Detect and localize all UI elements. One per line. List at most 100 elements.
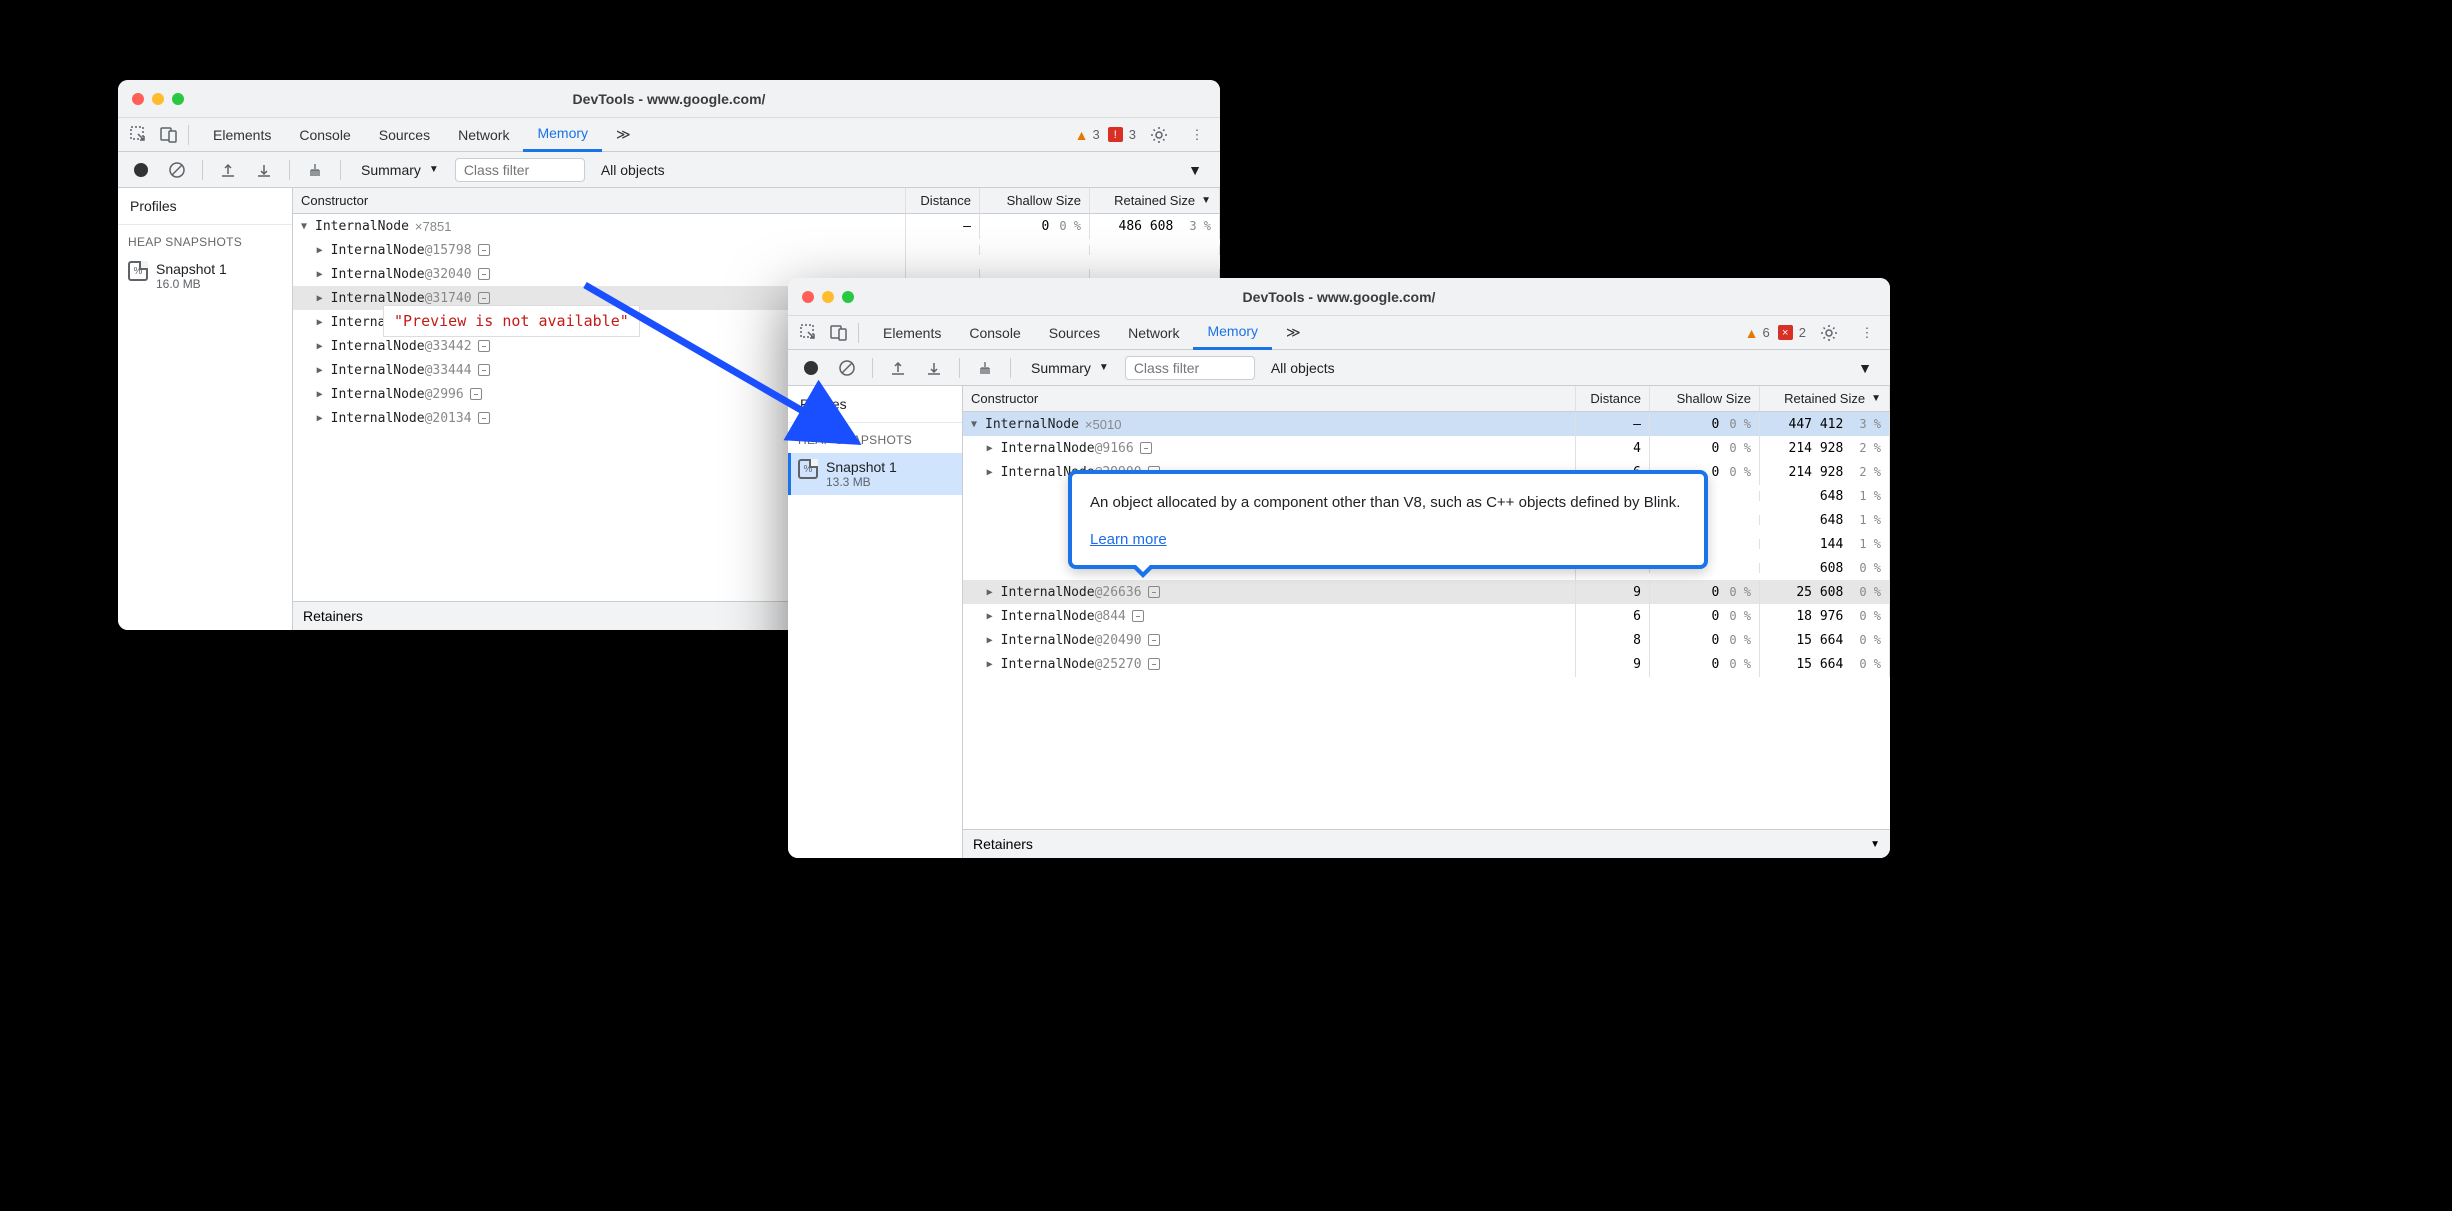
col-retained[interactable]: Retained Size ▼ [1090, 188, 1220, 213]
sidebar-header: Profiles [788, 386, 962, 423]
chevron-down-icon: ▼ [1870, 839, 1880, 850]
device-icon[interactable] [824, 318, 854, 348]
info-popup: An object allocated by a component other… [1068, 470, 1708, 569]
table-row[interactable]: ▼InternalNode×5010–00 %447 4123 % [963, 412, 1890, 436]
separator [202, 160, 203, 180]
col-distance[interactable]: Distance [906, 188, 980, 213]
chevron-down-icon: ▼ [1099, 362, 1109, 373]
upload-icon[interactable] [213, 155, 243, 185]
table-row[interactable]: ▶InternalNode @20490800 %15 6640 % [963, 628, 1890, 652]
snapshot-icon: % [128, 261, 148, 281]
close-icon[interactable] [802, 291, 814, 303]
tab-more[interactable]: ≫ [602, 118, 645, 152]
error-icon: × [1778, 325, 1793, 340]
traffic-lights[interactable] [132, 93, 184, 105]
kebab-icon[interactable]: ⋮ [1182, 120, 1212, 150]
object-filter-select[interactable]: All objects ▼ [591, 162, 1212, 178]
traffic-lights[interactable] [802, 291, 854, 303]
tab-more[interactable]: ≫ [1272, 316, 1315, 350]
record-button[interactable] [796, 353, 826, 383]
minimize-icon[interactable] [822, 291, 834, 303]
col-retained[interactable]: Retained Size ▼ [1760, 386, 1890, 411]
upload-icon[interactable] [883, 353, 913, 383]
tab-sources[interactable]: Sources [1035, 316, 1114, 350]
sweep-icon[interactable] [300, 155, 330, 185]
tab-console[interactable]: Console [955, 316, 1034, 350]
maximize-icon[interactable] [172, 93, 184, 105]
col-distance[interactable]: Distance [1576, 386, 1650, 411]
view-select[interactable]: Summary ▼ [1021, 356, 1119, 380]
class-filter-input[interactable] [455, 158, 585, 182]
tab-elements[interactable]: Elements [869, 316, 955, 350]
table-header: Constructor Distance Shallow Size Retain… [963, 386, 1890, 412]
table-row[interactable]: ▶InternalNode @9166400 %214 9282 % [963, 436, 1890, 460]
tab-memory[interactable]: Memory [1193, 316, 1272, 350]
sweep-icon[interactable] [970, 353, 1000, 383]
tab-network[interactable]: Network [1114, 316, 1193, 350]
minimize-icon[interactable] [152, 93, 164, 105]
chevron-down-icon: ▼ [1858, 360, 1872, 376]
clear-icon[interactable] [832, 353, 862, 383]
tab-network[interactable]: Network [444, 118, 523, 152]
warning-icon: ▲ [1745, 325, 1759, 341]
tab-console[interactable]: Console [285, 118, 364, 152]
error-count[interactable]: ! 3 [1108, 127, 1136, 142]
record-button[interactable] [126, 155, 156, 185]
device-icon[interactable] [154, 120, 184, 150]
table-header: Constructor Distance Shallow Size Retain… [293, 188, 1220, 214]
tab-sources[interactable]: Sources [365, 118, 444, 152]
snapshot-name: Snapshot 1 [826, 459, 897, 475]
table-row[interactable]: ▶InternalNode @26636900 %25 6080 % [963, 580, 1890, 604]
download-icon[interactable] [919, 353, 949, 383]
separator [289, 160, 290, 180]
settings-icon[interactable] [1814, 318, 1844, 348]
snapshot-item[interactable]: % Snapshot 1 13.3 MB [788, 453, 962, 495]
close-icon[interactable] [132, 93, 144, 105]
col-shallow[interactable]: Shallow Size [980, 188, 1090, 213]
snapshot-item[interactable]: % Snapshot 1 16.0 MB [118, 255, 292, 297]
class-filter-input[interactable] [1125, 356, 1255, 380]
clear-icon[interactable] [162, 155, 192, 185]
panel-tabs: Elements Console Sources Network Memory … [788, 316, 1890, 350]
chevron-down-icon: ▼ [1201, 195, 1211, 206]
kebab-icon[interactable]: ⋮ [1852, 318, 1882, 348]
table-row[interactable]: ▶InternalNode @15798 [293, 238, 1220, 262]
separator [340, 160, 341, 180]
popup-text: An object allocated by a component other… [1090, 492, 1686, 515]
separator [188, 125, 189, 145]
maximize-icon[interactable] [842, 291, 854, 303]
inspect-icon[interactable] [124, 120, 154, 150]
retainers-header[interactable]: Retainers ▼ [963, 829, 1890, 858]
table-row[interactable]: ▶InternalNode @844600 %18 9760 % [963, 604, 1890, 628]
tab-memory[interactable]: Memory [523, 118, 602, 152]
tab-elements[interactable]: Elements [199, 118, 285, 152]
table-row[interactable]: ▼InternalNode×7851–00 %486 6083 % [293, 214, 1220, 238]
error-icon: ! [1108, 127, 1123, 142]
view-select[interactable]: Summary ▼ [351, 158, 449, 182]
panel-tabs: Elements Console Sources Network Memory … [118, 118, 1220, 152]
learn-more-link[interactable]: Learn more [1090, 531, 1167, 548]
table-row[interactable]: ▶InternalNode @25270900 %15 6640 % [963, 652, 1890, 676]
snapshot-icon: % [798, 459, 818, 479]
memory-toolbar: Summary ▼ All objects ▼ [788, 350, 1890, 386]
snapshot-size: 13.3 MB [826, 475, 897, 489]
inspect-icon[interactable] [794, 318, 824, 348]
settings-icon[interactable] [1144, 120, 1174, 150]
separator [872, 358, 873, 378]
col-constructor[interactable]: Constructor [293, 188, 906, 213]
devtools-window-2: DevTools - www.google.com/ Elements Cons… [788, 278, 1890, 858]
download-icon[interactable] [249, 155, 279, 185]
warning-count[interactable]: ▲ 3 [1075, 127, 1100, 143]
col-shallow[interactable]: Shallow Size [1650, 386, 1760, 411]
chevron-down-icon: ▼ [1188, 162, 1202, 178]
titlebar: DevTools - www.google.com/ [118, 80, 1220, 118]
window-title: DevTools - www.google.com/ [788, 289, 1890, 305]
error-count[interactable]: × 2 [1778, 325, 1806, 340]
warning-icon: ▲ [1075, 127, 1089, 143]
col-constructor[interactable]: Constructor [963, 386, 1576, 411]
warning-count[interactable]: ▲ 6 [1745, 325, 1770, 341]
main-pane: Constructor Distance Shallow Size Retain… [963, 386, 1890, 858]
snapshot-name: Snapshot 1 [156, 261, 227, 277]
object-filter-select[interactable]: All objects ▼ [1261, 360, 1882, 376]
sidebar-subheader: HEAP SNAPSHOTS [788, 423, 962, 453]
